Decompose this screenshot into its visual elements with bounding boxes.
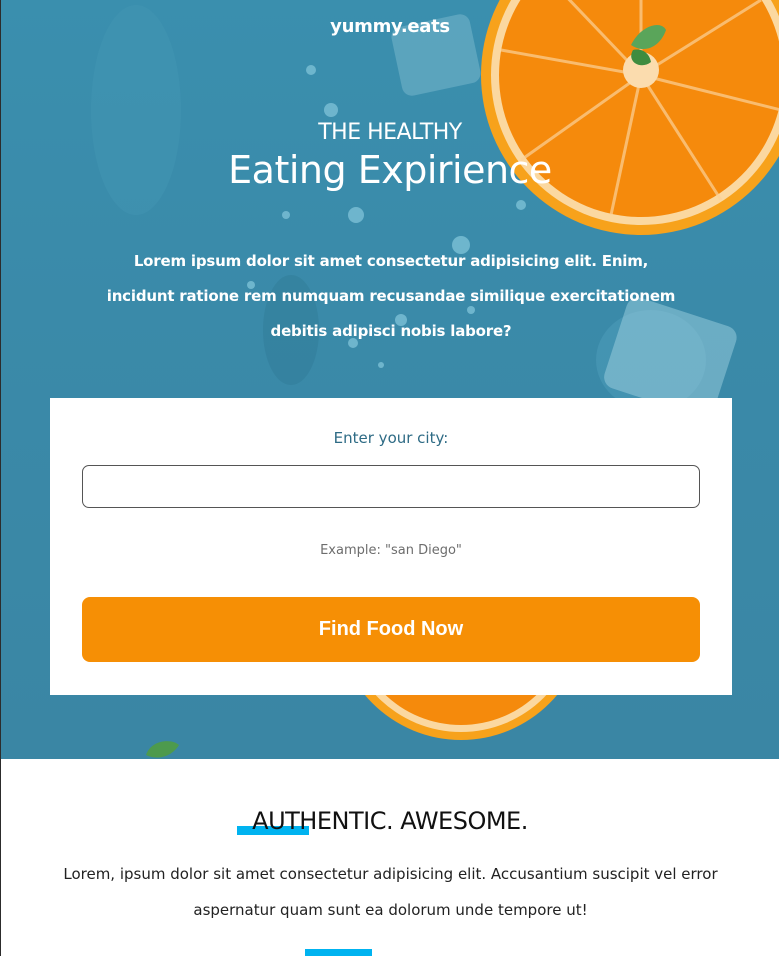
city-example-hint: Example: "san Diego" [320, 543, 462, 558]
hero-lead-text: Lorem ipsum dolor sit amet consectetur a… [106, 252, 676, 340]
section-title: AUTHENTIC. AWESOME. [1, 807, 779, 835]
city-search-card: Enter your city: Example: "san Diego" Fi… [50, 398, 732, 695]
page: yummy.eats THE HEALTHY Eating Expirience… [0, 0, 779, 956]
bottom-accent-bar [305, 949, 372, 956]
hero-headline: Eating Expirience [228, 148, 552, 192]
authentic-section: AUTHENTIC. AWESOME. Lorem, ipsum dolor s… [0, 759, 779, 956]
section-text: Lorem, ipsum dolor sit amet consectetur … [63, 865, 718, 919]
city-input[interactable] [82, 465, 700, 508]
brand-logo[interactable]: yummy.eats [1, 16, 779, 37]
hero-kicker: THE HEALTHY [318, 120, 462, 145]
hero-section: yummy.eats THE HEALTHY Eating Expirience… [0, 0, 779, 759]
city-input-label: Enter your city: [333, 429, 449, 447]
find-food-button[interactable]: Find Food Now [82, 597, 700, 662]
section-title-text: AUTHENTIC. AWESOME. [252, 807, 528, 835]
